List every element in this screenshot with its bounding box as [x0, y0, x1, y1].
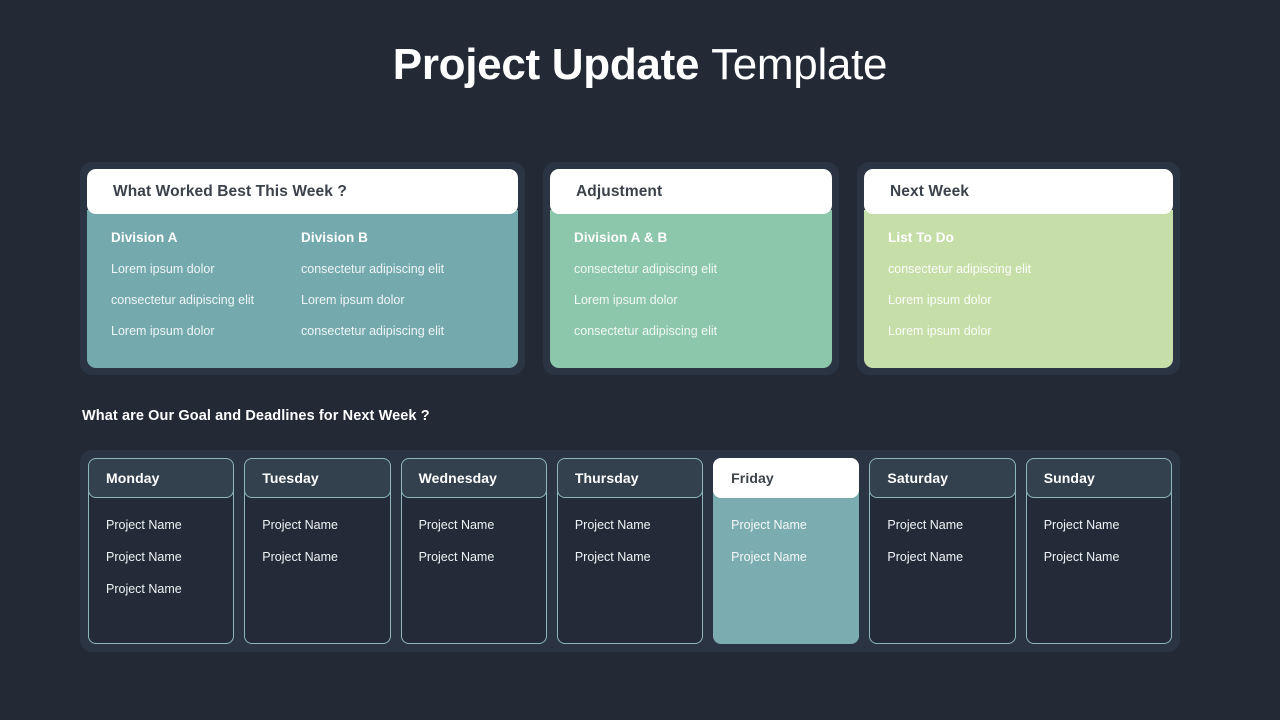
summary-card-header[interactable]: Next Week	[864, 169, 1173, 214]
division-item: consectetur adipiscing elit	[301, 324, 445, 338]
day-card-saturday[interactable]: Saturday Project Name Project Name	[869, 458, 1016, 644]
summary-card-body: List To Do consectetur adipiscing elit L…	[864, 210, 1173, 368]
division-item: consectetur adipiscing elit	[574, 262, 718, 276]
page-title: Project Update Template	[0, 38, 1280, 92]
day-card-body: Project Name Project Name	[400, 490, 547, 644]
day-card-body: Project Name Project Name	[869, 490, 1016, 644]
day-card-header[interactable]: Thursday	[556, 458, 704, 498]
week-planner: Monday Project Name Project Name Project…	[80, 450, 1180, 652]
division-item: consectetur adipiscing elit	[574, 324, 718, 338]
division-item: Lorem ipsum dolor	[888, 324, 992, 338]
project-item: Project Name	[106, 550, 182, 564]
division-item: consectetur adipiscing elit	[888, 262, 1032, 276]
division-columns: Division A Lorem ipsum dolor consectetur…	[111, 230, 494, 338]
day-card-thursday[interactable]: Thursday Project Name Project Name	[556, 458, 704, 644]
day-label: Wednesday	[418, 470, 498, 486]
day-label: Friday	[731, 470, 774, 486]
division-item: Lorem ipsum dolor	[301, 293, 405, 307]
day-card-header[interactable]: Wednesday	[400, 458, 547, 498]
day-card-header[interactable]: Monday	[88, 458, 235, 498]
page-title-light: Template	[711, 40, 888, 89]
day-label: Sunday	[1043, 470, 1095, 486]
project-item: Project Name	[887, 550, 964, 564]
day-card-monday[interactable]: Monday Project Name Project Name Project…	[88, 458, 235, 644]
day-card-header[interactable]: Saturday	[869, 458, 1016, 498]
division-item: Lorem ipsum dolor	[111, 262, 215, 276]
division-heading: Division B	[301, 230, 369, 245]
day-label: Saturday	[887, 470, 949, 486]
day-card-tuesday[interactable]: Tuesday Project Name Project Name	[244, 458, 391, 644]
summary-card-title: What Worked Best This Week ?	[113, 182, 347, 200]
summary-card-body: Division A & B consectetur adipiscing el…	[550, 210, 832, 368]
summary-card-title: Next Week	[890, 182, 970, 200]
project-item: Project Name	[574, 518, 651, 532]
day-card-header[interactable]: Tuesday	[244, 458, 391, 498]
project-item: Project Name	[1043, 518, 1120, 532]
day-card-wednesday[interactable]: Wednesday Project Name Project Name	[400, 458, 547, 644]
day-card-body: Project Name Project Name	[713, 490, 860, 644]
summary-card-header[interactable]: What Worked Best This Week ?	[87, 169, 518, 214]
project-item: Project Name	[731, 518, 807, 532]
division-heading: List To Do	[888, 230, 954, 245]
project-item: Project Name	[574, 550, 651, 564]
summary-card-title: Adjustment	[576, 182, 663, 200]
day-card-body: Project Name Project Name	[556, 490, 704, 644]
division-heading: Division A & B	[574, 230, 668, 245]
day-card-body: Project Name Project Name Project Name	[88, 490, 235, 644]
summary-card-next-week[interactable]: Next Week List To Do consectetur adipisc…	[857, 162, 1180, 375]
summary-card-worked-best[interactable]: What Worked Best This Week ? Division A …	[80, 162, 525, 375]
day-label: Monday	[106, 470, 160, 486]
division-item: Lorem ipsum dolor	[888, 293, 992, 307]
division-item: consectetur adipiscing elit	[111, 293, 255, 307]
division-heading: Division A	[111, 230, 178, 245]
day-label: Tuesday	[262, 470, 319, 486]
project-item: Project Name	[106, 582, 182, 596]
division-column-b: Division B consectetur adipiscing elit L…	[301, 230, 491, 338]
slide-canvas: Project Update Template What Worked Best…	[0, 0, 1280, 720]
summary-cards-row: What Worked Best This Week ? Division A …	[80, 162, 1180, 375]
division-column-a: Division A Lorem ipsum dolor consectetur…	[111, 230, 301, 338]
day-card-body: Project Name Project Name	[244, 490, 391, 644]
project-item: Project Name	[1043, 550, 1120, 564]
project-item: Project Name	[262, 550, 339, 564]
division-item: Lorem ipsum dolor	[574, 293, 678, 307]
project-item: Project Name	[106, 518, 182, 532]
page-title-bold: Project Update	[392, 40, 700, 89]
project-item: Project Name	[418, 550, 495, 564]
day-card-header[interactable]: Friday	[713, 458, 860, 498]
division-item: Lorem ipsum dolor	[111, 324, 215, 338]
project-item: Project Name	[418, 518, 495, 532]
division-item: consectetur adipiscing elit	[301, 262, 445, 276]
summary-card-header[interactable]: Adjustment	[550, 169, 832, 214]
day-card-header[interactable]: Sunday	[1025, 458, 1172, 498]
project-item: Project Name	[887, 518, 964, 532]
project-item: Project Name	[262, 518, 339, 532]
day-card-sunday[interactable]: Sunday Project Name Project Name	[1025, 458, 1172, 644]
division-column-ab: Division A & B consectetur adipiscing el…	[574, 230, 808, 338]
project-item: Project Name	[731, 550, 807, 564]
summary-card-body: Division A Lorem ipsum dolor consectetur…	[87, 210, 518, 368]
summary-card-adjustment[interactable]: Adjustment Division A & B consectetur ad…	[543, 162, 839, 375]
goals-subheading: What are Our Goal and Deadlines for Next…	[82, 408, 430, 424]
day-label: Thursday	[574, 470, 639, 486]
day-card-friday[interactable]: Friday Project Name Project Name	[713, 458, 860, 644]
day-card-body: Project Name Project Name	[1025, 490, 1172, 644]
division-column-todo: List To Do consectetur adipiscing elit L…	[888, 230, 1149, 338]
